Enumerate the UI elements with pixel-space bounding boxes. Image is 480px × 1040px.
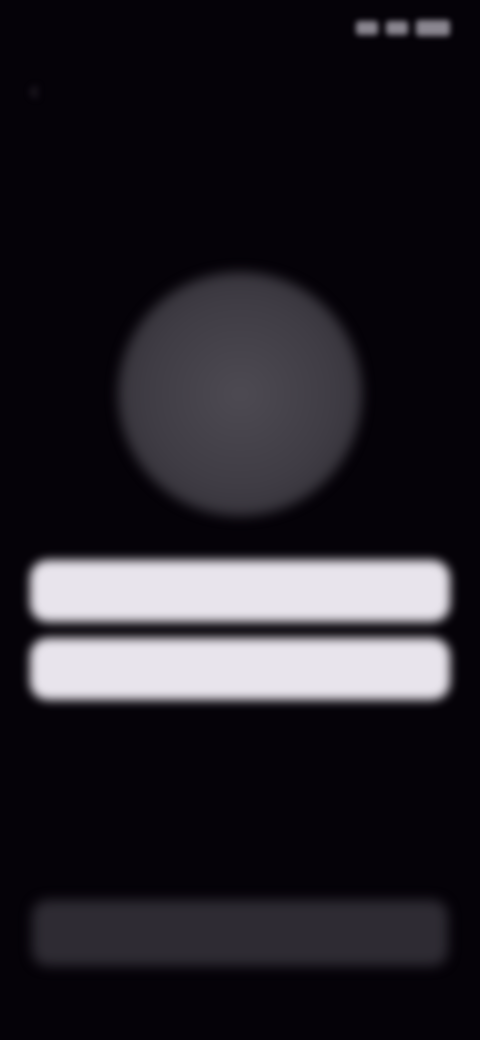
- primary-action-button[interactable]: [30, 560, 450, 622]
- avatar[interactable]: [118, 272, 362, 516]
- status-icons: [356, 20, 450, 36]
- footer-button[interactable]: [32, 900, 448, 966]
- back-button[interactable]: ‹: [30, 70, 51, 110]
- wifi-icon: [386, 21, 408, 35]
- battery-icon: [416, 20, 450, 36]
- chevron-left-icon: ‹: [30, 75, 39, 105]
- secondary-action-button[interactable]: [30, 638, 450, 700]
- signal-icon: [356, 21, 378, 35]
- status-bar: [0, 0, 480, 60]
